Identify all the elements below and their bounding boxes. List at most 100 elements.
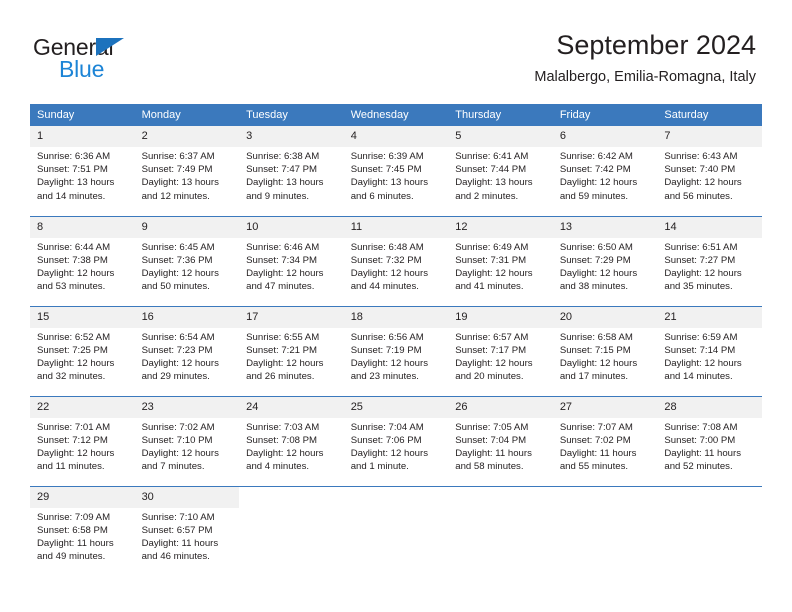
calendar-day-cell[interactable]: 22 Sunrise: 7:01 AM Sunset: 7:12 PM Dayligh… — [30, 395, 135, 486]
calendar-day-cell[interactable]: 9 Sunrise: 6:45 AM Sunset: 7:36 PM Daylight… — [134, 215, 240, 306]
title-block: September 2024 Malalbergo, Emilia-Romagn… — [534, 28, 756, 88]
calendar-day-cell-empty — [552, 485, 658, 576]
day-details: Sunrise: 6:48 AM Sunset: 7:32 PM Daylight:… — [344, 238, 449, 294]
daylight-text: Daylight: 12 hours and 11 minutes. — [37, 447, 115, 473]
sunset-text: Sunset: 7:08 PM — [246, 434, 318, 446]
calendar-day-cell[interactable]: 8 Sunrise: 6:44 AM Sunset: 7:38 PM Daylight… — [30, 215, 135, 306]
weekday-header-sunday: Sunday — [30, 104, 135, 126]
daylight-text: Daylight: 13 hours and 9 minutes. — [246, 177, 324, 202]
calendar-day-cell[interactable]: 6 Sunrise: 6:42 AM Sunset: 7:42 PM Daylight… — [552, 126, 658, 216]
day-details: Sunrise: 6:42 AM Sunset: 7:42 PM Daylight:… — [553, 147, 658, 203]
calendar-week-row: 29 Sunrise: 7:09 AM Sunset: 6:58 PM Dayligh… — [30, 485, 762, 576]
sunset-text: Sunset: 6:57 PM — [141, 524, 213, 536]
day-number: 23 — [134, 396, 240, 418]
calendar-day-cell[interactable]: 5 Sunrise: 6:41 AM Sunset: 7:44 PM Daylight… — [448, 126, 553, 216]
calendar-day-cell[interactable]: 23 Sunrise: 7:02 AM Sunset: 7:10 PM Dayligh… — [134, 395, 240, 486]
day-number: 26 — [448, 396, 553, 418]
day-number: 30 — [134, 486, 240, 508]
day-number: 7 — [657, 126, 762, 147]
daylight-text: Daylight: 12 hours and 1 minute. — [350, 447, 429, 473]
day-details: Sunrise: 7:03 AM Sunset: 7:08 PM Daylight:… — [239, 418, 344, 474]
day-number: 13 — [552, 216, 658, 238]
day-details: Sunrise: 6:57 AM Sunset: 7:17 PM Daylight:… — [448, 328, 553, 384]
sunrise-text: Sunrise: 7:04 AM — [350, 421, 424, 433]
calendar-week-row: 15 Sunrise: 6:52 AM Sunset: 7:25 PM Dayligh… — [30, 305, 762, 396]
sunrise-text: Sunrise: 6:44 AM — [37, 241, 111, 253]
daylight-text: Daylight: 11 hours and 52 minutes. — [664, 447, 741, 473]
day-number: 16 — [134, 306, 240, 328]
day-details: Sunrise: 6:38 AM Sunset: 7:47 PM Daylight:… — [239, 147, 344, 203]
daylight-text: Daylight: 12 hours and 59 minutes. — [559, 177, 638, 202]
day-details: Sunrise: 7:02 AM Sunset: 7:10 PM Daylight:… — [135, 418, 240, 474]
calendar-day-cell[interactable]: 21 Sunrise: 6:59 AM Sunset: 7:14 PM Dayligh… — [657, 305, 762, 396]
day-details: Sunrise: 6:44 AM Sunset: 7:38 PM Daylight:… — [30, 238, 135, 294]
calendar-day-cell[interactable]: 15 Sunrise: 6:52 AM Sunset: 7:25 PM Dayligh… — [30, 305, 135, 396]
daylight-text: Daylight: 12 hours and 41 minutes. — [455, 267, 533, 293]
sunset-text: Sunset: 7:32 PM — [350, 254, 422, 266]
calendar-day-cell[interactable]: 2 Sunrise: 6:37 AM Sunset: 7:49 PM Daylight… — [134, 126, 240, 216]
day-details: Sunrise: 6:55 AM Sunset: 7:21 PM Daylight:… — [239, 328, 344, 384]
day-number: 15 — [30, 306, 135, 328]
calendar-day-cell[interactable]: 29 Sunrise: 7:09 AM Sunset: 6:58 PM Dayligh… — [30, 485, 135, 576]
daylight-text: Daylight: 12 hours and 50 minutes. — [141, 267, 219, 293]
weekday-header-friday: Friday — [552, 104, 658, 126]
calendar-day-cell[interactable]: 7 Sunrise: 6:43 AM Sunset: 7:40 PM Daylight… — [657, 126, 762, 216]
calendar-day-cell[interactable]: 25 Sunrise: 7:04 AM Sunset: 7:06 PM Dayligh… — [343, 395, 449, 486]
day-number: 14 — [657, 216, 762, 238]
sunset-text: Sunset: 7:51 PM — [37, 164, 108, 176]
day-details: Sunrise: 7:09 AM Sunset: 6:58 PM Daylight:… — [30, 508, 135, 564]
day-number: 29 — [30, 486, 135, 508]
calendar-day-cell[interactable]: 11 Sunrise: 6:48 AM Sunset: 7:32 PM Dayligh… — [343, 215, 449, 306]
sunrise-text: Sunrise: 7:07 AM — [559, 421, 633, 433]
sunrise-text: Sunrise: 6:52 AM — [37, 331, 111, 343]
calendar-day-cell[interactable]: 16 Sunrise: 6:54 AM Sunset: 7:23 PM Dayligh… — [134, 305, 240, 396]
calendar-week-row: 1 Sunrise: 6:36 AM Sunset: 7:51 PM Daylight… — [30, 126, 762, 216]
sunrise-text: Sunrise: 6:50 AM — [559, 241, 633, 253]
calendar-day-cell[interactable]: 24 Sunrise: 7:03 AM Sunset: 7:08 PM Dayligh… — [239, 395, 344, 486]
day-number — [657, 486, 762, 495]
calendar-day-cell[interactable]: 30 Sunrise: 7:10 AM Sunset: 6:57 PM Dayligh… — [134, 485, 240, 576]
logo-text-blue: Blue — [59, 56, 105, 82]
calendar-day-cell[interactable]: 3 Sunrise: 6:38 AM Sunset: 7:47 PM Daylight… — [239, 126, 344, 216]
day-number: 10 — [239, 216, 344, 238]
calendar-day-cell[interactable]: 14 Sunrise: 6:51 AM Sunset: 7:27 PM Dayligh… — [657, 215, 762, 306]
calendar-day-cell[interactable]: 13 Sunrise: 6:50 AM Sunset: 7:29 PM Dayligh… — [552, 215, 658, 306]
sunset-text: Sunset: 7:21 PM — [246, 344, 318, 356]
day-number — [552, 486, 658, 495]
day-number: 11 — [343, 216, 449, 238]
day-details: Sunrise: 7:04 AM Sunset: 7:06 PM Daylight:… — [344, 418, 449, 474]
sunrise-text: Sunrise: 6:43 AM — [664, 151, 738, 162]
calendar-day-cell[interactable]: 1 Sunrise: 6:36 AM Sunset: 7:51 PM Daylight… — [30, 126, 135, 216]
sunset-text: Sunset: 7:15 PM — [559, 344, 631, 356]
sunset-text: Sunset: 7:23 PM — [141, 344, 213, 356]
daylight-text: Daylight: 12 hours and 56 minutes. — [664, 177, 742, 202]
calendar-day-cell[interactable]: 27 Sunrise: 7:07 AM Sunset: 7:02 PM Dayligh… — [552, 395, 658, 486]
calendar-day-cell[interactable]: 12 Sunrise: 6:49 AM Sunset: 7:31 PM Dayligh… — [448, 215, 553, 306]
calendar-day-cell[interactable]: 19 Sunrise: 6:57 AM Sunset: 7:17 PM Dayligh… — [448, 305, 553, 396]
calendar-day-cell[interactable]: 20 Sunrise: 6:58 AM Sunset: 7:15 PM Dayligh… — [552, 305, 658, 396]
weekday-header-saturday: Saturday — [657, 104, 762, 126]
calendar-day-cell[interactable]: 18 Sunrise: 6:56 AM Sunset: 7:19 PM Dayligh… — [343, 305, 449, 396]
sunrise-text: Sunrise: 6:36 AM — [37, 151, 111, 162]
sunset-text: Sunset: 7:49 PM — [141, 164, 213, 176]
day-number — [343, 486, 449, 495]
sunrise-text: Sunrise: 7:09 AM — [37, 511, 111, 523]
daylight-text: Daylight: 12 hours and 47 minutes. — [246, 267, 324, 293]
daylight-text: Daylight: 12 hours and 38 minutes. — [559, 267, 638, 293]
weekday-header-wednesday: Wednesday — [343, 104, 449, 126]
day-details: Sunrise: 6:46 AM Sunset: 7:34 PM Daylight:… — [239, 238, 344, 294]
calendar-week-row: 22 Sunrise: 7:01 AM Sunset: 7:12 PM Dayligh… — [30, 395, 762, 486]
sunrise-text: Sunrise: 6:37 AM — [141, 151, 215, 162]
day-details: Sunrise: 6:54 AM Sunset: 7:23 PM Daylight:… — [135, 328, 240, 384]
calendar-day-cell[interactable]: 17 Sunrise: 6:55 AM Sunset: 7:21 PM Dayligh… — [239, 305, 344, 396]
calendar-day-cell[interactable]: 26 Sunrise: 7:05 AM Sunset: 7:04 PM Dayligh… — [448, 395, 553, 486]
calendar-day-cell[interactable]: 28 Sunrise: 7:08 AM Sunset: 7:00 PM Dayligh… — [657, 395, 762, 486]
day-details: Sunrise: 7:05 AM Sunset: 7:04 PM Daylight:… — [448, 418, 553, 474]
daylight-text: Daylight: 12 hours and 4 minutes. — [246, 447, 324, 473]
day-details: Sunrise: 7:08 AM Sunset: 7:00 PM Daylight:… — [657, 418, 762, 474]
calendar-day-cell[interactable]: 4 Sunrise: 6:39 AM Sunset: 7:45 PM Daylight… — [343, 126, 449, 216]
sunset-text: Sunset: 7:27 PM — [664, 254, 736, 266]
calendar-day-cell[interactable]: 10 Sunrise: 6:46 AM Sunset: 7:34 PM Dayligh… — [239, 215, 344, 306]
sunset-text: Sunset: 7:12 PM — [37, 434, 108, 446]
day-details: Sunrise: 6:36 AM Sunset: 7:51 PM Daylight:… — [30, 147, 135, 203]
